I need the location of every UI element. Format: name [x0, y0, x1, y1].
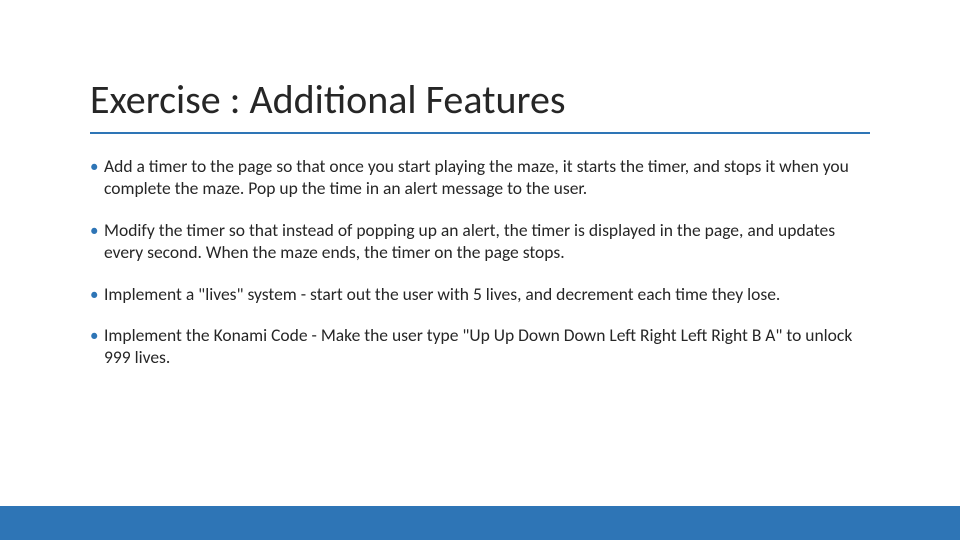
bullet-item: Modify the timer so that instead of popp…	[90, 220, 870, 264]
bottom-accent-bar	[0, 506, 960, 540]
slide: Exercise : Additional Features Add a tim…	[0, 0, 960, 540]
bullet-item: Implement the Konami Code - Make the use…	[90, 325, 870, 369]
bullet-item: Implement a "lives" system - start out t…	[90, 284, 870, 306]
bullet-item: Add a timer to the page so that once you…	[90, 156, 870, 200]
slide-title: Exercise : Additional Features	[90, 75, 870, 134]
bullet-list: Add a timer to the page so that once you…	[90, 156, 870, 369]
